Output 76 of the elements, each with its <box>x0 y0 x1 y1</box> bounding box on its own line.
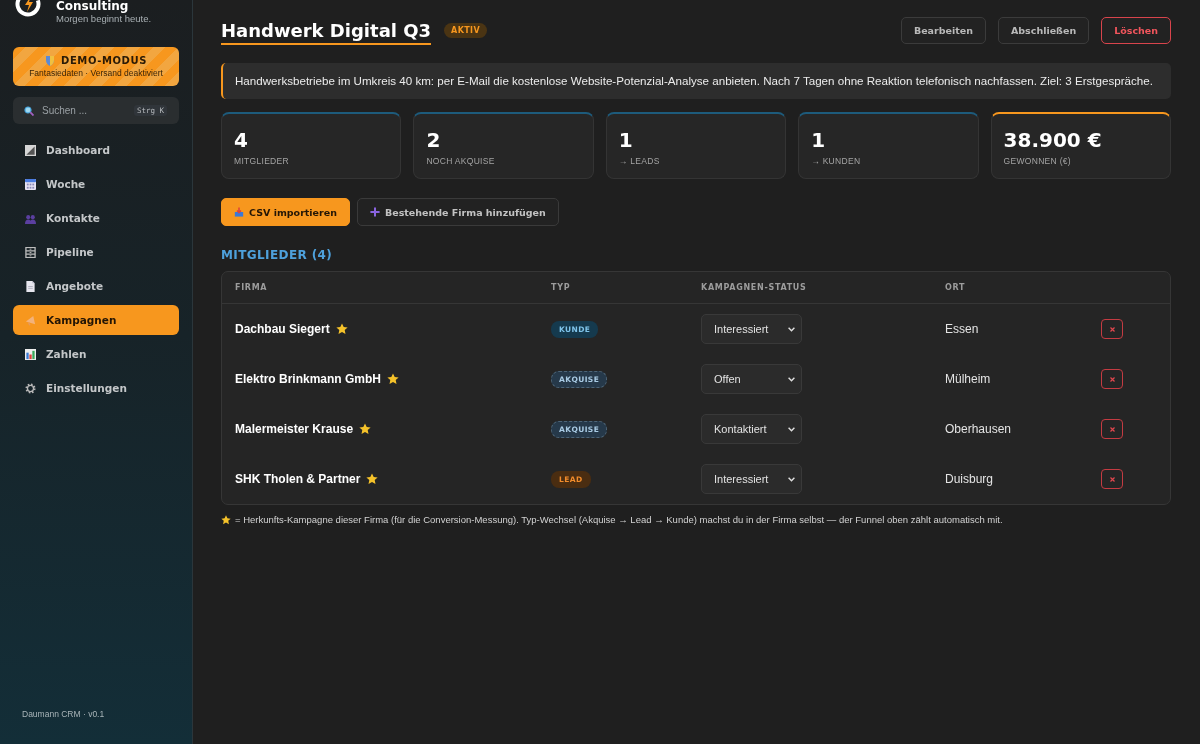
demo-mode-subtitle: Fantasiedaten · Versand deaktiviert <box>29 68 163 78</box>
legend-note: = Herkunfts-Kampagne dieser Firma (für die Conversion-Messung). Typ-Wechsel (Akquise → Lead → Kunde) machst du in der Firma selbst — der Funnel oben zählt automatisch mit. <box>235 514 1003 525</box>
star-icon <box>221 514 231 525</box>
company-name: Malermeister Krause <box>235 422 354 436</box>
company-name: SHK Tholen & Partner <box>235 472 361 486</box>
city-cell: Mülheim <box>945 372 991 386</box>
remove-button[interactable] <box>1101 369 1123 389</box>
plus-icon <box>369 207 380 217</box>
nav-item[interactable]: Einstellungen <box>13 373 179 403</box>
stat-value: 2 <box>426 127 441 153</box>
stat-label: → KUNDEN <box>811 156 861 166</box>
chevron-down-icon <box>788 326 795 332</box>
chart-square-icon <box>25 144 36 156</box>
company-name: Dachbau Siegert <box>235 322 330 336</box>
remove-button[interactable] <box>1101 319 1123 339</box>
city-cell: Essen <box>945 322 979 336</box>
stat-value: 38.900 € <box>1003 127 1102 153</box>
stat-value: 1 <box>811 127 826 153</box>
close-icon <box>1109 376 1115 382</box>
demo-mode-title: DEMO-MODUS <box>61 55 147 66</box>
remove-button[interactable] <box>1101 469 1123 489</box>
close-icon <box>1109 426 1115 432</box>
brand-tagline: Morgen beginnt heute. <box>56 13 152 25</box>
nav-item[interactable]: Dashboard <box>13 135 179 165</box>
calendar-icon <box>25 178 36 190</box>
cabinet-icon <box>25 246 36 258</box>
header-button[interactable]: Bearbeiten <box>900 17 986 44</box>
chevron-down-icon <box>788 476 795 482</box>
nav-item[interactable]: Angebote <box>13 271 179 301</box>
version-label: Daumann CRM · v0.1 <box>22 709 105 719</box>
column-header: TYP <box>551 283 571 292</box>
chevron-down-icon <box>788 376 795 382</box>
status-badge: AKTIV <box>444 23 488 38</box>
megaphone-icon <box>25 314 36 326</box>
document-icon <box>25 280 36 292</box>
column-header: FIRMA <box>235 283 268 292</box>
remove-button[interactable] <box>1101 419 1123 439</box>
stat-label: → LEADS <box>618 156 660 166</box>
status-dropdown[interactable]: Interessiert <box>701 464 802 494</box>
status-dropdown[interactable]: Kontaktiert <box>701 414 802 444</box>
stat-label: NOCH AKQUISE <box>426 156 495 166</box>
city-cell: Duisburg <box>945 472 994 486</box>
search-icon <box>24 105 34 116</box>
close-icon <box>1109 476 1115 482</box>
stat-label: MITGLIEDER <box>234 156 289 166</box>
logo-icon <box>14 0 42 18</box>
search-placeholder: Suchen ... <box>42 105 89 116</box>
people-icon <box>25 212 36 224</box>
nav-item[interactable]: Zahlen <box>13 339 179 369</box>
delete-button[interactable]: Löschen <box>1101 17 1171 44</box>
header-button[interactable]: Abschließen <box>997 17 1090 44</box>
campaign-title: Handwerk Digital Q3 <box>221 20 432 45</box>
nav-item[interactable]: Woche <box>13 169 179 199</box>
status-dropdown[interactable]: Interessiert <box>701 314 802 344</box>
stat-value: 1 <box>618 127 633 153</box>
brand-title: Consulting <box>56 0 129 13</box>
nav-item[interactable]: Kontakte <box>13 203 179 233</box>
bar-chart-icon <box>25 348 36 360</box>
stat-label: GEWONNEN (€) <box>1003 156 1071 166</box>
add-button[interactable]: Bestehende Firma hinzufügen <box>356 198 559 226</box>
close-icon <box>1109 326 1115 332</box>
column-header: ORT <box>945 283 966 292</box>
inbox-tray-icon <box>234 207 244 217</box>
shield-icon <box>45 55 55 66</box>
nav-item[interactable]: Kampagnen <box>13 305 179 335</box>
campaign-description: Handwerksbetriebe im Umkreis 40 km: per E-Mail die kostenlose Website-Potenzial-Analyse anbieten. Nach 7 Tagen ohne Reaktion telefonisch nachfassen. Ziel: 3 Erstgespräche. <box>221 63 1171 99</box>
section-heading: MITGLIEDER (4) <box>221 248 333 262</box>
import-button[interactable]: CSV importieren <box>221 198 350 226</box>
chevron-down-icon <box>788 426 795 432</box>
settings-icon <box>25 382 36 394</box>
column-header: KAMPAGNEN-STATUS <box>701 283 807 292</box>
city-cell: Oberhausen <box>945 422 1012 436</box>
stat-value: 4 <box>234 127 248 153</box>
nav-item[interactable]: Pipeline <box>13 237 179 267</box>
status-dropdown[interactable]: Offen <box>701 364 802 394</box>
company-name: Elektro Brinkmann GmbH <box>235 372 382 386</box>
